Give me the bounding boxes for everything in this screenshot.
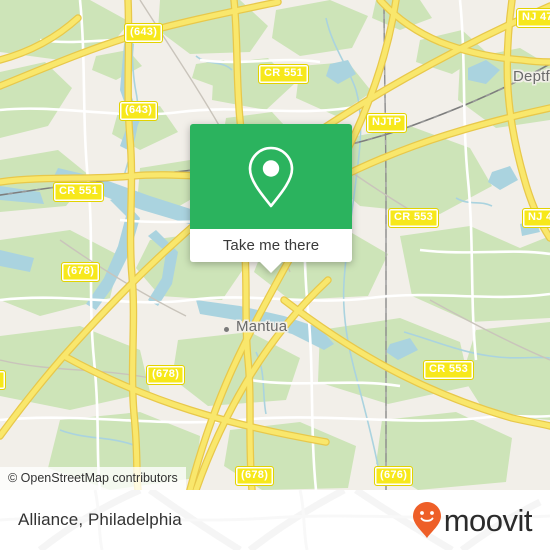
moovit-wordmark: moovit (443, 502, 533, 538)
popup-footer[interactable]: Take me there (190, 229, 352, 273)
popup-pointer-tail (260, 262, 282, 273)
road-shield-cr551-upper: CR 551 (258, 64, 310, 84)
take-me-there-label: Take me there (222, 237, 320, 254)
road-shield-nj47-lower: NJ 47 (522, 208, 550, 228)
road-shield-678-middle: (678) (146, 365, 186, 385)
road-shield-nj47-upper: NJ 47 (516, 8, 550, 28)
road-shield-643-lower: (643) (119, 101, 159, 121)
road-shield-edge-clipped: ) (0, 370, 6, 390)
bottom-info-bar: Alliance, Philadelphia moovit (0, 490, 550, 550)
map-pin-icon (248, 146, 294, 207)
destination-popup-card[interactable]: Take me there (190, 124, 352, 273)
road-shield-676-bottom: (676) (374, 466, 414, 486)
road-shield-643-upper: (643) (124, 23, 164, 43)
moovit-brand: moovit (412, 501, 533, 539)
location-title: Alliance, Philadelphia (18, 510, 182, 529)
road-shield-678-left: (678) (61, 262, 101, 282)
road-shield-cr551-left: CR 551 (53, 182, 105, 202)
road-shield-njtp: NJTP (366, 113, 408, 133)
popup-image-area (190, 124, 352, 229)
road-shield-cr553-upper: CR 553 (388, 208, 440, 228)
osm-attribution[interactable]: © OpenStreetMap contributors (0, 467, 186, 490)
mantua-place-dot (224, 327, 229, 332)
road-shield-678-bottom: (678) (235, 466, 275, 486)
road-shield-cr553-lower: CR 553 (423, 360, 475, 380)
map-canvas[interactable]: Mantua Deptf (643) CR 551 (643) NJ 47 NJ… (0, 0, 550, 490)
moovit-map-screenshot: Mantua Deptf (643) CR 551 (643) NJ 47 NJ… (0, 0, 550, 550)
moovit-pin-logo-icon (412, 502, 441, 538)
